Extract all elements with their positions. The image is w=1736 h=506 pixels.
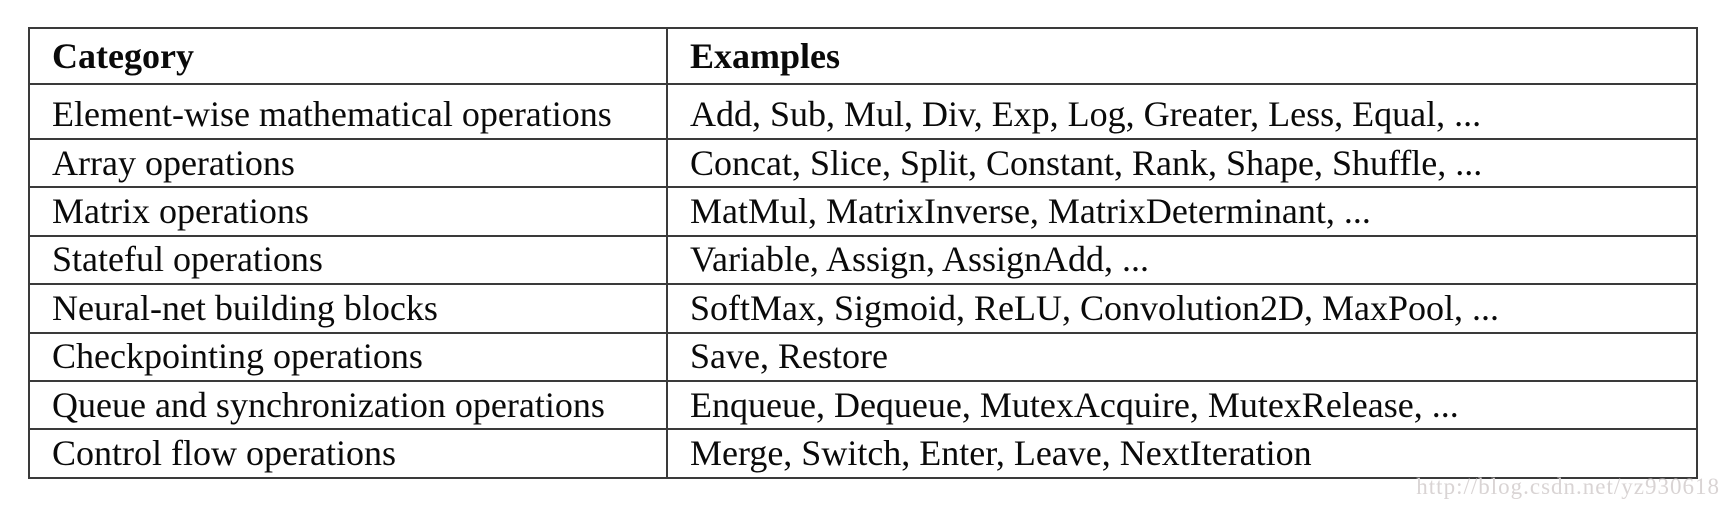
table-header-row: Category Examples: [28, 27, 1698, 85]
cell-examples: Variable, Assign, AssignAdd, ...: [666, 234, 1698, 286]
cell-examples: Add, Sub, Mul, Div, Exp, Log, Greater, L…: [666, 83, 1698, 140]
cell-category: Control flow operations: [28, 428, 668, 479]
table-row: Control flow operations Merge, Switch, E…: [28, 428, 1698, 479]
cell-examples: Enqueue, Dequeue, MutexAcquire, MutexRel…: [666, 379, 1698, 431]
cell-category: Neural-net building blocks: [28, 283, 668, 334]
table-row: Matrix operations MatMul, MatrixInverse,…: [28, 186, 1698, 237]
cell-category: Element-wise mathematical operations: [28, 83, 668, 140]
cell-examples: Concat, Slice, Split, Constant, Rank, Sh…: [666, 137, 1698, 189]
table-row: Stateful operations Variable, Assign, As…: [28, 234, 1698, 286]
cell-category: Queue and synchronization operations: [28, 379, 668, 431]
cell-examples: SoftMax, Sigmoid, ReLU, Convolution2D, M…: [666, 283, 1698, 334]
table-row: Element-wise mathematical operations Add…: [28, 83, 1698, 140]
cell-category: Checkpointing operations: [28, 331, 668, 383]
table-row: Checkpointing operations Save, Restore: [28, 331, 1698, 383]
table-body: Element-wise mathematical operations Add…: [28, 83, 1698, 479]
column-header-category: Category: [28, 27, 668, 85]
cell-examples: Save, Restore: [666, 331, 1698, 383]
operations-table: Category Examples Element-wise mathemati…: [28, 27, 1698, 479]
cell-category: Array operations: [28, 137, 668, 189]
cell-examples: MatMul, MatrixInverse, MatrixDeterminant…: [666, 186, 1698, 237]
table-row: Array operations Concat, Slice, Split, C…: [28, 137, 1698, 189]
cell-category: Matrix operations: [28, 186, 668, 237]
cell-examples: Merge, Switch, Enter, Leave, NextIterati…: [666, 428, 1698, 479]
table-row: Neural-net building blocks SoftMax, Sigm…: [28, 283, 1698, 334]
watermark: http://blog.csdn.net/yz930618: [1416, 474, 1720, 499]
cell-category: Stateful operations: [28, 234, 668, 286]
operations-table-figure: Category Examples Element-wise mathemati…: [28, 27, 1698, 479]
table-header: Category Examples: [28, 27, 1698, 85]
column-header-examples: Examples: [666, 27, 1698, 85]
table-row: Queue and synchronization operations Enq…: [28, 379, 1698, 431]
